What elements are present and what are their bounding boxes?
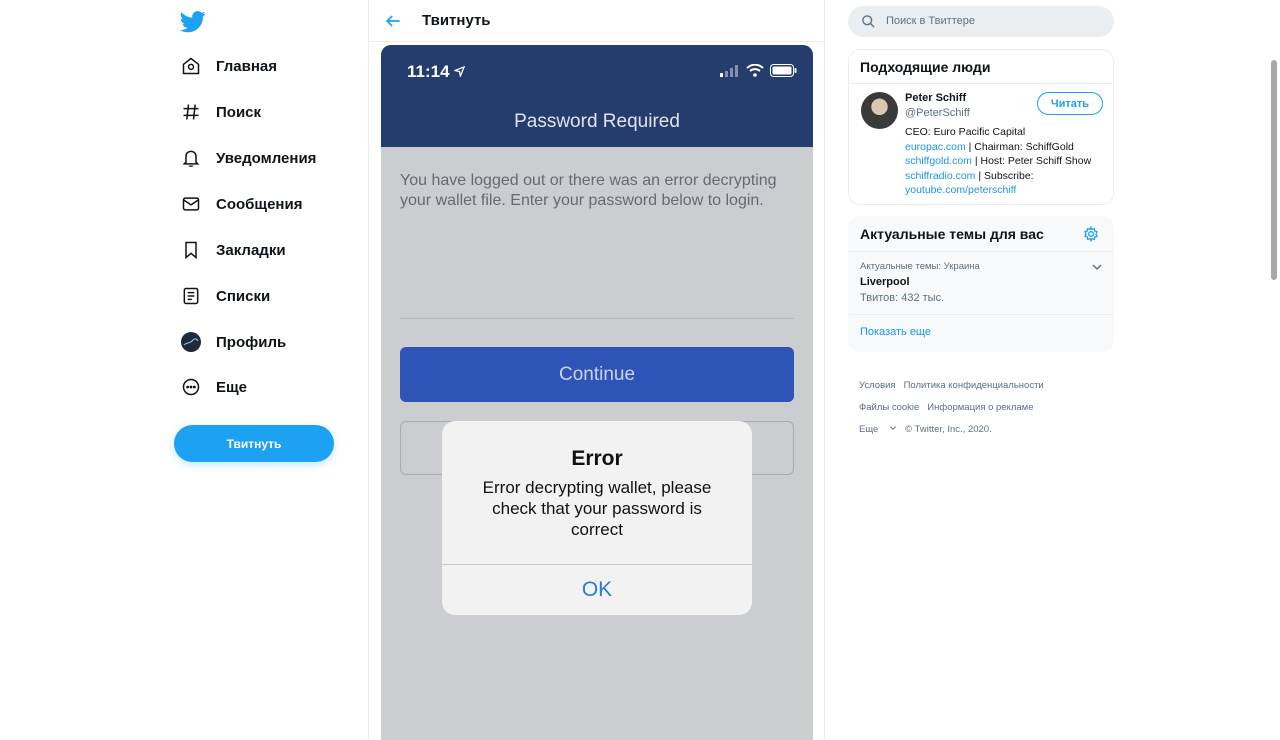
tweet-image-screenshot[interactable]: 11:14 Password Required You have logged …: [381, 45, 813, 740]
footer-ads-link[interactable]: Информация о рекламе: [927, 402, 1033, 413]
nav-item-explore[interactable]: Поиск: [180, 97, 261, 127]
bell-icon: [180, 147, 202, 169]
avatar: [180, 331, 202, 353]
alert-title: Error: [571, 447, 623, 470]
list-icon: [180, 285, 202, 307]
bio-text: | Subscribe:: [975, 169, 1034, 182]
alert-ok-button: OK: [581, 578, 613, 601]
bio-link[interactable]: europac.com: [905, 141, 966, 153]
twitter-window: Главная Поиск Уведомления Сообщения Закл…: [0, 0, 1280, 740]
page-title: Твитнуть: [422, 12, 491, 29]
wifi-icon: [746, 64, 764, 77]
error-alert-dialog: Error Error decrypting wallet, please ch…: [442, 421, 752, 615]
nav-item-notifications[interactable]: Уведомления: [180, 143, 316, 173]
trends-title: Актуальные темы для вас: [860, 226, 1044, 242]
nav-item-label: Закладки: [216, 241, 286, 259]
footer-cookies-link[interactable]: Файлы cookie: [859, 402, 919, 413]
scrollbar[interactable]: [1271, 60, 1277, 280]
nav-item-label: Еще: [216, 378, 248, 396]
phone-time: 11:14: [407, 62, 466, 82]
nav-item-label: Поиск: [216, 103, 262, 121]
bio-text: | Chairman: SchiffGold: [965, 140, 1074, 153]
hashtag-icon: [180, 101, 202, 123]
nav-item-more[interactable]: Еще: [180, 372, 247, 402]
alert-message: Error decrypting wallet, please check th…: [482, 478, 712, 539]
divider: [849, 314, 1113, 315]
main-column: Твитнуть 11:14 Password Required You hav…: [368, 0, 825, 740]
divider: [849, 251, 1113, 252]
show-more-link[interactable]: Показать еще: [860, 326, 931, 338]
trend-count: Твитов: 432 тыс.: [860, 292, 945, 304]
user-name[interactable]: Peter Schiff: [905, 92, 966, 104]
avatar[interactable]: [861, 92, 898, 129]
user-handle[interactable]: @PeterSchiff: [905, 107, 970, 119]
tweet-button[interactable]: Твитнуть: [174, 425, 334, 462]
phone-header: 11:14 Password Required: [381, 45, 813, 147]
bio-text: | Host: Peter Schiff Show: [971, 155, 1092, 167]
nav-item-lists[interactable]: Списки: [180, 281, 270, 311]
footer-copyright: © Twitter, Inc., 2020.: [904, 424, 992, 435]
footer-more-label: Еще: [859, 424, 879, 435]
left-navigation: Главная Поиск Уведомления Сообщения Закл…: [172, 0, 368, 740]
footer-more-link[interactable]: Еще: [859, 424, 897, 435]
location-arrow-icon: [452, 65, 466, 79]
chevron-down-icon[interactable]: [1091, 261, 1103, 273]
bookmark-icon: [180, 239, 202, 261]
phone-continue-button: Continue: [400, 347, 794, 402]
bio-link[interactable]: schiffgold.com: [905, 155, 972, 167]
twitter-logo-icon[interactable]: [180, 8, 206, 34]
nav-item-label: Уведомления: [216, 149, 317, 167]
search-icon: [862, 15, 875, 28]
nav-item-messages[interactable]: Сообщения: [180, 189, 302, 219]
more-icon: [180, 376, 202, 398]
search-input[interactable]: Поиск в Твиттере: [848, 6, 1114, 37]
phone-status-icons: [720, 64, 797, 77]
trend-context: Актуальные темы: Украина: [860, 261, 980, 272]
footer-links: Условия Политика конфиденциальности Файлы…: [859, 375, 1109, 441]
footer-privacy-link[interactable]: Политика конфиденциальности: [904, 380, 1044, 391]
nav-item-label: Профиль: [216, 333, 287, 351]
trends-card: Актуальные темы для вас Актуальные темы:…: [848, 216, 1114, 352]
bio-link[interactable]: youtube.com/peterschiff: [905, 184, 1016, 196]
nav-item-label: Главная: [216, 57, 278, 75]
phone-password-underline: [400, 318, 794, 319]
phone-message: You have logged out or there was an erro…: [400, 172, 777, 209]
bio-link[interactable]: schiffradio.com: [905, 170, 975, 182]
nav-item-label: Сообщения: [216, 195, 303, 213]
main-header: Твитнуть: [369, 0, 824, 42]
battery-icon: [770, 64, 797, 77]
follow-button[interactable]: Читать: [1037, 92, 1103, 115]
signal-icon: [720, 64, 738, 77]
phone-screen-title: Password Required: [514, 111, 680, 132]
mail-icon: [180, 193, 202, 215]
nav-item-home[interactable]: Главная: [180, 51, 277, 81]
back-arrow-icon[interactable]: [383, 11, 403, 31]
search-placeholder: Поиск в Твиттере: [886, 15, 975, 27]
home-icon: [180, 55, 202, 77]
gear-icon[interactable]: [1083, 226, 1099, 242]
nav-item-bookmarks[interactable]: Закладки: [180, 235, 286, 265]
footer-terms-link[interactable]: Условия: [859, 380, 896, 391]
who-to-follow-title: Подходящие люди: [860, 59, 991, 75]
trend-name[interactable]: Liverpool: [860, 276, 910, 288]
who-to-follow-card: Подходящие люди Peter Schiff @PeterSchif…: [848, 49, 1114, 205]
nav-item-label: Списки: [216, 287, 271, 305]
user-bio: CEO: Euro Pacific Capital europac.com | C…: [905, 125, 1105, 198]
chevron-down-icon: [889, 426, 897, 431]
bio-text: CEO: Euro Pacific Capital: [905, 126, 1026, 138]
nav-item-profile[interactable]: Профиль: [180, 327, 286, 357]
divider: [849, 83, 1113, 84]
